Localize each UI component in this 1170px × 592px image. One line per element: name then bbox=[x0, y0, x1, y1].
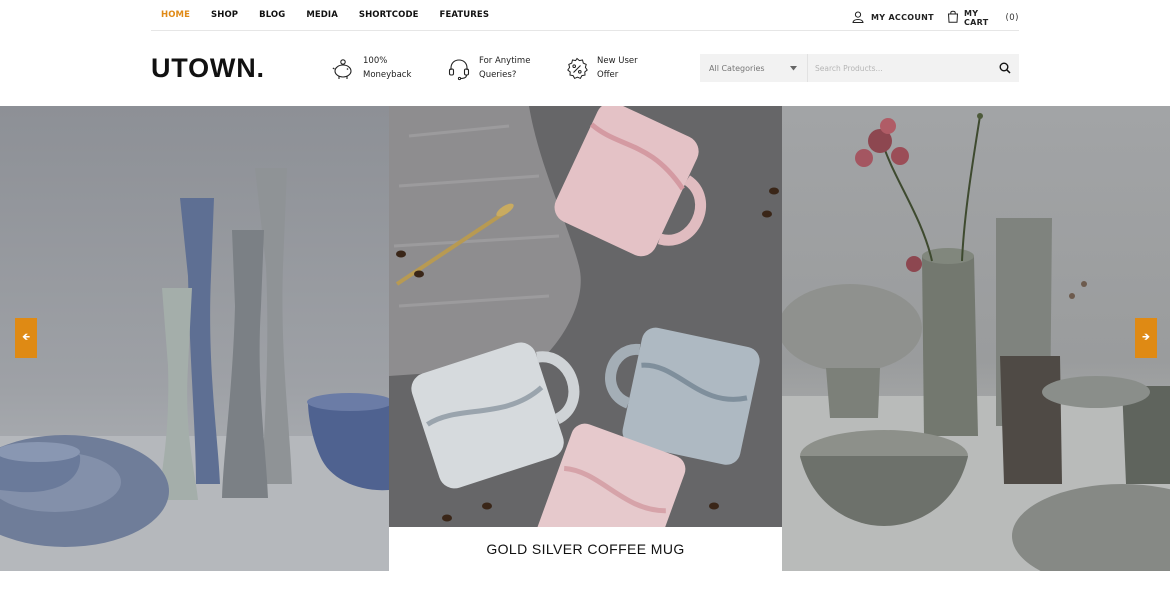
feature-new-user-offer-line1: New User bbox=[597, 56, 638, 66]
chevron-down-icon bbox=[790, 65, 797, 70]
cart-count: (0) bbox=[1005, 12, 1019, 23]
nav-item-shop[interactable]: SHOP bbox=[211, 9, 238, 21]
search-icon bbox=[999, 62, 1011, 74]
slide-image-stoneware bbox=[782, 106, 1170, 571]
feature-queries-text: For Anytime Queries? bbox=[479, 55, 549, 82]
site-logo[interactable]: UTOWN. bbox=[151, 52, 265, 84]
feature-new-user-offer: New User Offer bbox=[565, 55, 667, 82]
headset-icon bbox=[447, 57, 471, 81]
feature-moneyback-line1: 100% bbox=[363, 56, 388, 66]
slider-next-button[interactable]: 🡺 bbox=[1135, 318, 1157, 358]
my-cart-label: MY CART bbox=[964, 8, 989, 27]
search-input[interactable] bbox=[808, 54, 991, 82]
shopping-bag-icon bbox=[947, 8, 959, 27]
nav-item-shortcode[interactable]: SHORTCODE bbox=[359, 9, 419, 21]
nav-item-features[interactable]: FEATURES bbox=[440, 9, 490, 21]
top-bar: HOME SHOP BLOG MEDIA SHORTCODE FEATURES … bbox=[151, 0, 1019, 31]
feature-queries-line2: Queries? bbox=[479, 69, 517, 80]
search-bar: All Categories bbox=[700, 54, 1019, 82]
search-button[interactable] bbox=[991, 54, 1019, 82]
nav-item-home[interactable]: HOME bbox=[161, 9, 190, 21]
slide-image-vases bbox=[0, 106, 389, 571]
feature-new-user-offer-line2: Offer bbox=[597, 69, 619, 80]
feature-moneyback-text: 100% Moneyback bbox=[363, 55, 433, 82]
arrow-right-icon: 🡺 bbox=[1141, 332, 1151, 343]
my-account-link[interactable]: MY ACCOUNT bbox=[852, 8, 934, 27]
feature-queries: For Anytime Queries? bbox=[447, 55, 549, 82]
slide-caption-title: GOLD SILVER COFFEE MUG bbox=[486, 541, 685, 557]
my-account-label: MY ACCOUNT bbox=[871, 13, 934, 22]
nav-item-blog[interactable]: BLOG bbox=[259, 9, 285, 21]
discount-badge-icon bbox=[565, 57, 589, 81]
nav-item-media[interactable]: MEDIA bbox=[306, 9, 338, 21]
user-icon bbox=[852, 8, 864, 27]
arrow-left-icon: 🡸 bbox=[21, 332, 31, 343]
hero-slider: GOLD SILVER COFFEE MUG bbox=[0, 106, 1170, 571]
category-select-value: All Categories bbox=[709, 63, 765, 73]
feature-moneyback-line2: Moneyback bbox=[363, 69, 412, 80]
feature-moneyback: 100% Moneyback bbox=[331, 55, 433, 82]
slider-prev-button[interactable]: 🡸 bbox=[15, 318, 37, 358]
category-select[interactable]: All Categories bbox=[700, 54, 808, 82]
main-nav: HOME SHOP BLOG MEDIA SHORTCODE FEATURES bbox=[161, 9, 489, 21]
slide-image-coffee-mugs bbox=[389, 106, 782, 571]
feature-queries-line1: For Anytime bbox=[479, 56, 531, 66]
slide-caption[interactable]: GOLD SILVER COFFEE MUG bbox=[389, 527, 782, 571]
piggy-bank-icon bbox=[331, 57, 355, 81]
my-cart-link[interactable]: MY CART (0) bbox=[947, 8, 1019, 27]
feature-new-user-offer-text: New User Offer bbox=[597, 55, 667, 82]
